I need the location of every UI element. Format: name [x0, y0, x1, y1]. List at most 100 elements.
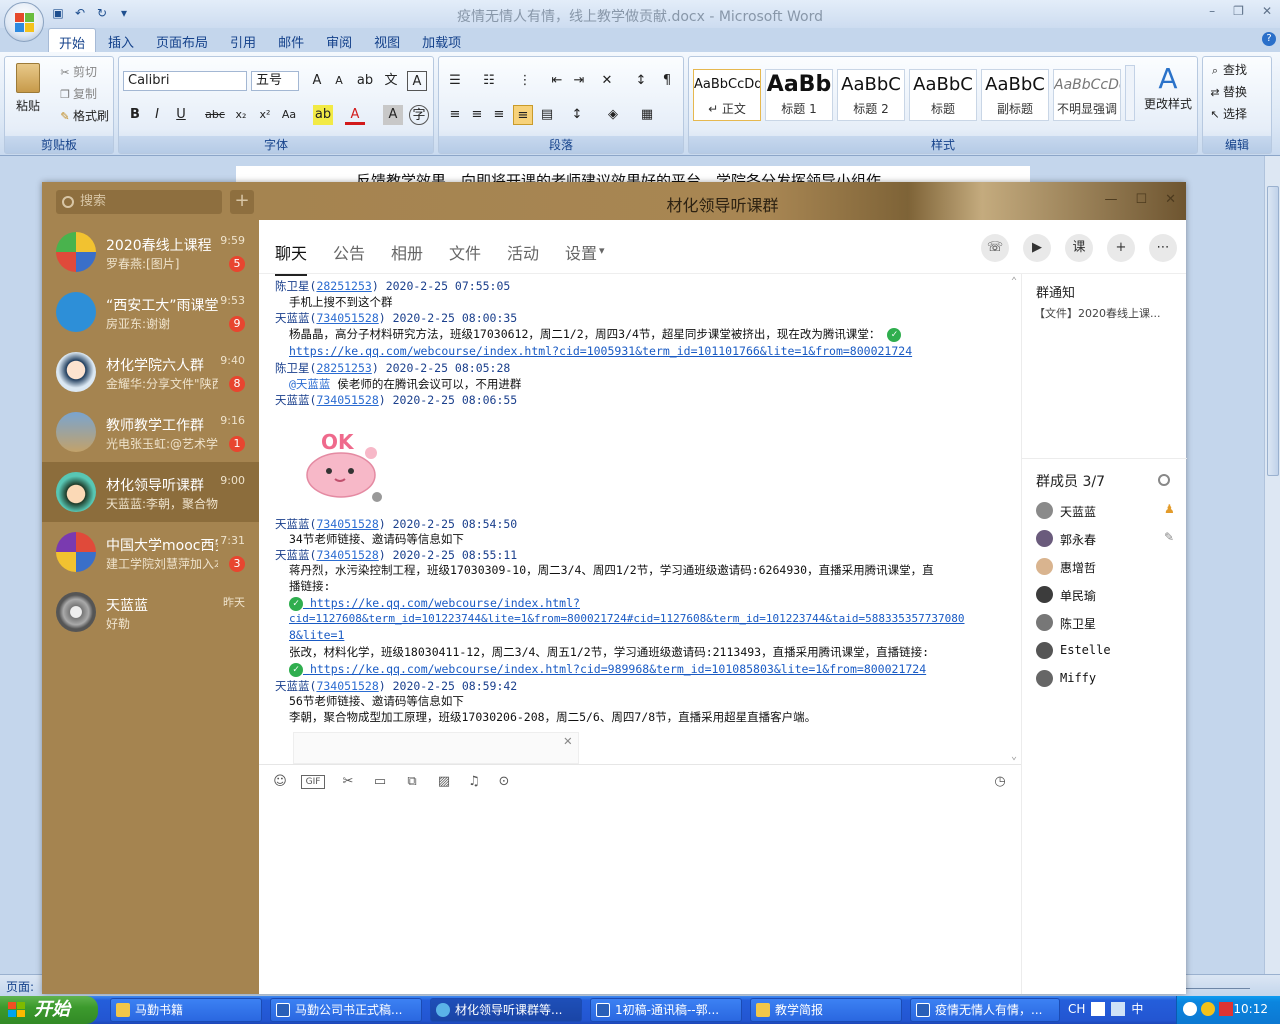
numbering-icon[interactable]: ☷ — [479, 71, 499, 91]
chat-message-area[interactable]: 陈卫星(28251253) 2020-2-25 07:55:05 手机上搜不到这… — [259, 274, 1021, 764]
sender-name[interactable]: 天蓝蓝 — [275, 517, 310, 531]
search-input[interactable]: 搜索 — [56, 190, 222, 214]
select-button[interactable]: ↖ 选择 — [1207, 105, 1247, 123]
multilevel-list-icon[interactable]: ⋮ — [515, 71, 535, 91]
tray-app-icon[interactable] — [1219, 1002, 1233, 1016]
font-size-combo[interactable]: 五号 — [251, 71, 299, 91]
change-styles-button[interactable]: A 更改样式 — [1141, 63, 1195, 112]
bullets-icon[interactable]: ☰ — [445, 71, 465, 91]
message-link[interactable]: https://ke.qq.com/webcourse/index.html? — [310, 596, 580, 610]
phonetic-guide-icon[interactable]: 文 — [381, 71, 401, 91]
tab-announcement[interactable]: 公告 — [333, 240, 365, 264]
taskbar-item[interactable]: 马勤公司书正式稿... — [270, 998, 422, 1022]
help-icon[interactable]: ? — [1262, 32, 1276, 46]
message-link[interactable]: 8&lite=1 — [289, 628, 344, 642]
tray-arrow-icon[interactable] — [1183, 1002, 1197, 1016]
sort-icon[interactable]: ↕ — [631, 71, 651, 91]
sender-qq[interactable]: 734051528 — [316, 679, 378, 693]
mention[interactable]: @天蓝蓝 — [289, 377, 330, 391]
paste-button[interactable]: 粘贴 — [11, 61, 45, 131]
tab-references[interactable]: 引用 — [220, 28, 266, 52]
tab-settings[interactable]: 设置 — [565, 240, 597, 264]
tab-addins[interactable]: 加载项 — [412, 28, 471, 52]
style-normal[interactable]: AaBbCcDd ↵ 正文 — [693, 69, 761, 121]
member-search-icon[interactable] — [1158, 474, 1170, 486]
highlight-icon[interactable]: ab — [313, 105, 333, 125]
tab-mailings[interactable]: 邮件 — [268, 28, 314, 52]
conversation-item-selected[interactable]: 材化领导听课群 天蓝蓝:李朝，聚合物成型 9:00 — [42, 462, 259, 522]
maximize-icon[interactable]: ☐ — [1135, 192, 1147, 207]
strikethrough-icon[interactable]: abc — [205, 105, 225, 125]
message-link-row[interactable]: ✓ https://ke.qq.com/webcourse/index.html… — [289, 662, 926, 677]
taskbar-item[interactable]: 马勤书籍 — [110, 998, 262, 1022]
tab-insert[interactable]: 插入 — [98, 28, 144, 52]
enclose-char-icon[interactable]: 字 — [409, 105, 429, 125]
message-link[interactable]: https://ke.qq.com/webcourse/index.html?c… — [289, 344, 912, 358]
history-clock-icon[interactable]: ◷ — [991, 773, 1009, 791]
status-page-label[interactable]: 页面: — [6, 978, 34, 995]
add-app-icon[interactable]: + — [1107, 234, 1135, 262]
tab-album[interactable]: 相册 — [391, 240, 423, 264]
sender-qq[interactable]: 734051528 — [316, 393, 378, 407]
tab-activity[interactable]: 活动 — [507, 240, 539, 264]
start-button[interactable]: 开始 — [0, 996, 98, 1024]
more-tools-icon[interactable]: ⊙ — [495, 773, 513, 791]
taskbar-item[interactable]: 1初稿-通讯稿--郭... — [590, 998, 742, 1022]
tab-page-layout[interactable]: 页面布局 — [146, 28, 218, 52]
sender-name[interactable]: 天蓝蓝 — [275, 393, 310, 407]
close-icon[interactable]: ✕ — [1165, 192, 1176, 207]
increase-indent-icon[interactable]: ⇥ — [569, 71, 589, 91]
font-color-icon[interactable]: A — [345, 105, 365, 125]
sender-qq[interactable]: 28251253 — [316, 279, 371, 293]
copy-button[interactable]: ❐ 复制 — [57, 85, 97, 103]
class-icon[interactable]: 课 — [1065, 234, 1093, 262]
clock[interactable]: 10:12 — [1233, 1002, 1268, 1016]
member-item[interactable]: 惠增哲 — [1036, 556, 1186, 578]
sender-name[interactable]: 陈卫星 — [275, 279, 310, 293]
scroll-down-icon[interactable]: ⌄ — [1011, 751, 1017, 762]
chinese-layout-icon[interactable]: ✕ — [597, 71, 617, 91]
shading-icon[interactable]: ◈ — [603, 105, 623, 125]
change-case-icon[interactable]: Aa — [279, 105, 299, 125]
tab-chat[interactable]: 聊天 — [275, 240, 308, 276]
superscript-icon[interactable]: x² — [255, 105, 275, 125]
image-icon[interactable]: ▨ — [435, 773, 453, 791]
align-center-icon[interactable]: ≡ — [467, 105, 487, 125]
styles-scroll[interactable] — [1125, 65, 1135, 121]
justify-icon[interactable]: ≡ — [513, 105, 533, 125]
tab-review[interactable]: 审阅 — [316, 28, 362, 52]
style-heading1[interactable]: AaBb 标题 1 — [765, 69, 833, 121]
minimize-icon[interactable]: — — [1104, 192, 1117, 207]
subscript-icon[interactable]: x₂ — [231, 105, 251, 125]
restore-icon[interactable]: ❐ — [1233, 4, 1244, 18]
align-right-icon[interactable]: ≡ — [489, 105, 509, 125]
borders-icon[interactable]: ▦ — [637, 105, 657, 125]
sender-qq[interactable]: 734051528 — [316, 517, 378, 531]
close-icon[interactable]: ✕ — [564, 733, 572, 749]
distributed-icon[interactable]: ▤ — [537, 105, 557, 125]
font-name-combo[interactable]: Calibri — [123, 71, 247, 91]
close-icon[interactable]: ✕ — [1262, 4, 1272, 18]
show-marks-icon[interactable]: ¶ — [657, 71, 677, 91]
cut-button[interactable]: ✂ 剪切 — [57, 63, 97, 81]
italic-icon[interactable]: I — [147, 105, 167, 125]
char-shading-icon[interactable]: A — [383, 105, 403, 125]
sender-name[interactable]: 天蓝蓝 — [275, 548, 310, 562]
conversation-item[interactable]: “西安工大”雨课堂 房亚东:谢谢 9:53 9 — [42, 282, 259, 342]
conversation-item[interactable]: 中国大学mooc西安 建工学院刘慧萍加入本 7:31 3 — [42, 522, 259, 582]
shrink-font-icon[interactable]: A — [329, 71, 349, 91]
underline-icon[interactable]: U — [171, 105, 191, 125]
minimize-icon[interactable]: – — [1209, 4, 1215, 18]
add-icon[interactable]: + — [230, 190, 254, 214]
style-subtle-emphasis[interactable]: AaBbCcDc 不明显强调 — [1053, 69, 1121, 121]
ime-indicator[interactable]: CH 中 — [1068, 1000, 1143, 1017]
member-item[interactable]: 单民瑜 — [1036, 584, 1186, 606]
phone-icon[interactable]: ☏ — [981, 234, 1009, 262]
clear-format-icon[interactable]: ab — [355, 71, 375, 91]
replace-button[interactable]: ⇄ 替换 — [1207, 83, 1247, 101]
notice-text[interactable]: 【文件】2020春线上课... — [1034, 305, 1182, 321]
conversation-item[interactable]: 天蓝蓝 好勒 昨天 — [42, 582, 259, 642]
video-icon[interactable]: ▶ — [1023, 234, 1051, 262]
edit-icon[interactable]: ✎ — [1164, 530, 1174, 544]
more-icon[interactable]: ⋯ — [1149, 234, 1177, 262]
